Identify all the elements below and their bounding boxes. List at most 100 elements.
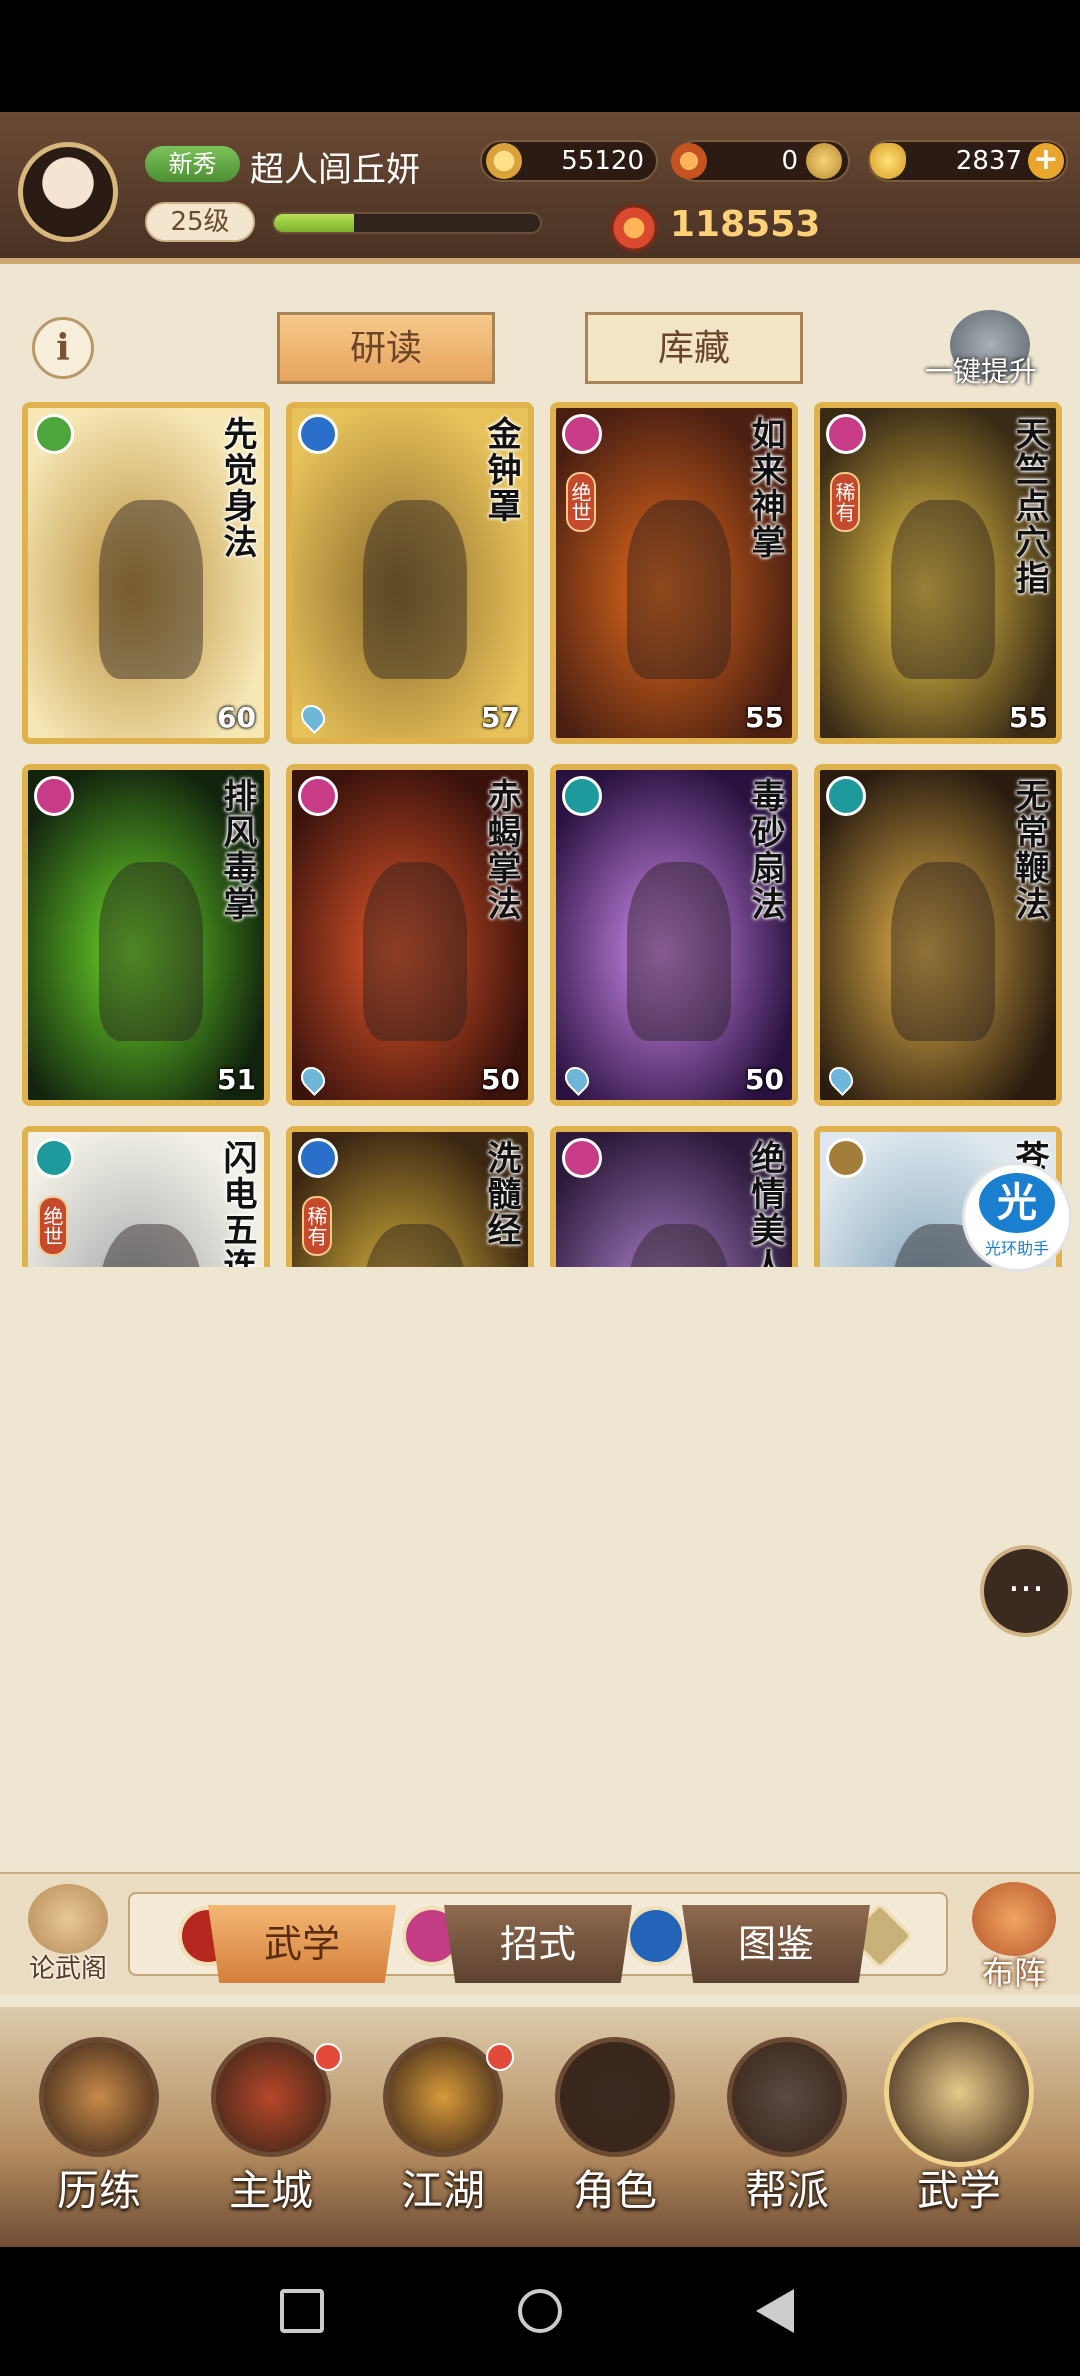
assistant-icon: 光 [979,1173,1055,1233]
player-header: 新秀 超人闾丘妍 55120 0 2837 + 25级 118553 [0,112,1080,264]
info-button[interactable]: i [32,317,94,379]
skill-level: 55 [1009,701,1048,734]
skill-name: 天竺点穴指 [1009,416,1049,596]
nav-item-5[interactable]: 武学 [874,2017,1044,2217]
nav-label: 主城 [228,2166,313,2215]
skill-card[interactable]: 绝情美人手50 [550,1126,798,1267]
skill-name: 如来神掌 [745,416,785,560]
notification-dot [314,2043,342,2071]
add-lotus-icon[interactable] [806,143,842,179]
school-icon [562,776,602,816]
back-icon[interactable] [756,2289,794,2333]
skill-name: 排风毒掌 [217,778,257,922]
skill-name: 赤蝎掌法 [481,778,521,922]
skill-name: 绝情美人手 [745,1140,785,1267]
nav-icon [555,2037,675,2157]
notification-dot [486,2043,514,2071]
skill-name: 闪电五连鞭 [217,1140,257,1267]
skill-card[interactable]: 绝世闪电五连鞭50 [22,1126,270,1267]
card-figure [890,500,995,679]
school-icon [826,776,866,816]
subtab-moves[interactable]: 招式 [444,1905,632,1983]
school-icon [826,414,866,454]
recent-apps-icon[interactable] [280,2289,324,2333]
card-figure [626,862,731,1041]
xp-bar-fill [274,214,354,232]
rarity-tag: 稀有 [302,1196,332,1256]
lotus-value: 0 [781,146,798,176]
skill-card[interactable]: 无常鞭法 [814,764,1062,1106]
app-screen: 新秀 超人闾丘妍 55120 0 2837 + 25级 118553 i 研读 … [0,112,1080,2247]
skill-level: 50 [745,1063,784,1096]
formation-icon [972,1882,1056,1956]
skill-name: 无常鞭法 [1009,778,1049,922]
card-figure [890,862,995,1041]
one-key-upgrade-button[interactable]: 一键提升 [925,350,1037,390]
lotus-counter: 0 [671,140,850,182]
nav-label: 江湖 [400,2166,485,2215]
formation-label: 布阵 [981,1954,1046,1992]
subtab-codex[interactable]: 图鉴 [682,1905,870,1983]
skill-card[interactable]: 排风毒掌 51 [22,764,270,1106]
card-figure [626,500,731,679]
combat-power: 118553 [670,204,821,245]
skill-level: 55 [745,701,784,734]
skill-level: 57 [481,701,520,734]
nav-item-2[interactable]: 江湖 [358,2017,528,2217]
book-hand-icon [28,1884,108,1954]
school-icon [34,1138,74,1178]
gold-ingot-icon [870,143,906,179]
skill-card-grid: 先觉身法 60 金钟罩 57 绝世 如来神掌 55 稀有 天竺点穴指 55 排风毒掌 51 赤蝎掌法 50… [22,402,1062,1267]
skill-level: 60 [217,701,256,734]
nav-icon [884,2017,1034,2167]
nav-icon [211,2037,331,2157]
avatar[interactable] [18,142,118,242]
nav-icon [727,2037,847,2157]
rarity-tag: 绝世 [566,472,596,532]
skill-name: 毒砂扇法 [745,778,785,922]
assistant-floating-button[interactable]: 光 光环助手 [962,1162,1072,1272]
skill-card[interactable]: 毒砂扇法 50 [550,764,798,1106]
rarity-tag: 绝世 [38,1196,68,1256]
nav-label: 角色 [572,2166,657,2215]
nav-icon [39,2037,159,2157]
coin-icon [486,143,522,179]
power-icon [610,204,658,252]
skill-card[interactable]: 稀有洗髓经50 [286,1126,534,1267]
nav-item-1[interactable]: 主城 [186,2017,356,2217]
card-figure [98,862,203,1041]
school-icon [562,414,602,454]
player-name: 超人闾丘妍 [250,150,420,190]
skill-card[interactable]: 稀有 天竺点穴指 55 [814,402,1062,744]
skill-name: 洗髓经 [481,1140,521,1248]
system-nav-bar [0,2247,1080,2376]
home-icon[interactable] [518,2289,562,2333]
skill-level: 51 [217,1063,256,1096]
xp-bar [272,212,542,234]
formation-button[interactable]: 布阵 [960,1882,1070,1992]
nav-item-3[interactable]: 角色 [530,2017,700,2217]
nav-item-0[interactable]: 历练 [14,2017,184,2217]
school-icon [34,776,74,816]
chat-icon[interactable]: ··· [980,1545,1072,1637]
subtab-martial-arts[interactable]: 武学 [208,1905,396,1983]
skill-card[interactable]: 赤蝎掌法 50 [286,764,534,1106]
skill-card[interactable]: 绝世 如来神掌 55 [550,402,798,744]
nav-item-4[interactable]: 帮派 [702,2017,872,2217]
coin-value: 55120 [561,146,644,176]
tab-study[interactable]: 研读 [277,312,495,384]
lotus-icon [671,143,707,179]
school-icon [34,414,74,454]
card-figure [362,500,467,679]
assistant-label: 光环助手 [984,1239,1049,1258]
lunwu-pavilion-button[interactable]: 论武阁 [18,1884,118,1984]
ingot-counter: 2837 + [868,140,1068,182]
school-icon [298,776,338,816]
taiji-icon[interactable] [626,1906,686,1966]
player-level: 25级 [145,202,255,242]
skill-card[interactable]: 金钟罩 57 [286,402,534,744]
tab-storage[interactable]: 库藏 [585,312,803,384]
skill-card[interactable]: 先觉身法 60 [22,402,270,744]
plus-icon[interactable]: + [1028,143,1064,179]
skill-level: 50 [481,1063,520,1096]
